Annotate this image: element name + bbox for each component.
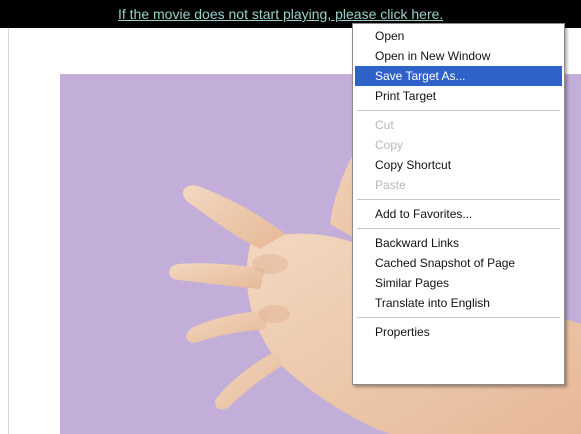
menu-separator: [357, 317, 560, 318]
menu-item-add-to-favorites[interactable]: Add to Favorites...: [355, 204, 562, 224]
menu-separator: [357, 199, 560, 200]
menu-item-print-target[interactable]: Print Target: [355, 86, 562, 106]
menu-item-copy-shortcut[interactable]: Copy Shortcut: [355, 155, 562, 175]
menu-item-open-in-new-window[interactable]: Open in New Window: [355, 46, 562, 66]
menu-item-backward-links[interactable]: Backward Links: [355, 233, 562, 253]
menu-item-copy: Copy: [375, 138, 404, 152]
menu-item-cached-snapshot-of-page[interactable]: Cached Snapshot of Page: [355, 253, 562, 273]
menu-item-properties[interactable]: Properties: [355, 322, 562, 342]
menu-item-similar-pages[interactable]: Similar Pages: [355, 273, 562, 293]
page-border: [8, 28, 9, 434]
menu-item-save-target-as[interactable]: Save Target As...: [355, 66, 562, 86]
menu-item-paste: Paste: [375, 178, 406, 192]
menu-item-cut: Cut: [375, 118, 394, 132]
menu-item-translate-into-english[interactable]: Translate into English: [355, 293, 562, 313]
movie-fallback-link[interactable]: If the movie does not start playing, ple…: [118, 6, 443, 22]
context-menu: Open Open in New Window Save Target As... P…: [352, 23, 565, 385]
menu-separator: [357, 228, 560, 229]
menu-item-open[interactable]: Open: [355, 26, 562, 46]
menu-separator: [357, 110, 560, 111]
